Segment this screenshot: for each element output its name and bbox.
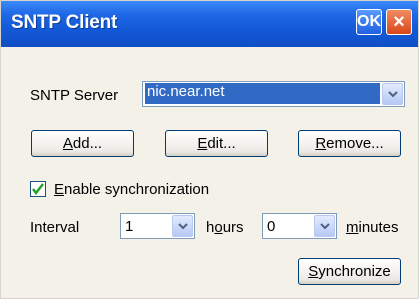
add-button[interactable]: Add... bbox=[31, 130, 134, 157]
sntp-server-value: nic.near.net bbox=[145, 83, 380, 104]
sntp-server-dropdown[interactable]: nic.near.net bbox=[142, 81, 405, 107]
edit-button[interactable]: Edit... bbox=[165, 130, 268, 157]
close-button[interactable]: × bbox=[386, 9, 412, 35]
chevron-down-icon[interactable] bbox=[314, 215, 335, 237]
chevron-down-icon[interactable] bbox=[382, 83, 403, 105]
minutes-value: 0 bbox=[267, 218, 276, 235]
ok-button[interactable]: OK bbox=[356, 9, 382, 35]
remove-button[interactable]: Remove... bbox=[298, 130, 401, 157]
minutes-dropdown[interactable]: 0 bbox=[262, 213, 337, 239]
checkmark-icon bbox=[32, 183, 44, 195]
minutes-label: minutes bbox=[346, 219, 399, 236]
chevron-down-icon[interactable] bbox=[172, 215, 193, 237]
sntp-client-window: SNTP Client OK × SNTP Server nic.near.ne… bbox=[0, 0, 419, 299]
enable-sync-label[interactable]: Enable synchronization bbox=[54, 181, 209, 198]
hours-value: 1 bbox=[125, 218, 134, 235]
sntp-server-label: SNTP Server bbox=[30, 87, 119, 104]
window-title: SNTP Client bbox=[11, 12, 118, 33]
synchronize-button[interactable]: Synchronize bbox=[298, 258, 401, 285]
enable-sync-checkbox[interactable] bbox=[30, 181, 46, 197]
title-bar: SNTP Client OK × bbox=[1, 1, 418, 47]
interval-label: Interval bbox=[30, 219, 80, 236]
hours-label: hours bbox=[206, 219, 244, 236]
hours-dropdown[interactable]: 1 bbox=[120, 213, 195, 239]
